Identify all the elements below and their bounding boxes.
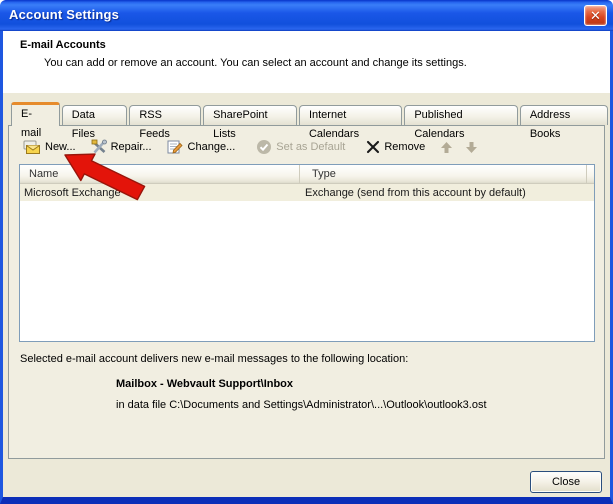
page-description: You can add or remove an account. You ca… [3, 51, 610, 69]
window-close-button[interactable]: ✕ [584, 5, 607, 26]
header-band: E-mail Accounts You can add or remove an… [3, 31, 610, 93]
accounts-toolbar: New... Repair... [9, 126, 604, 159]
data-file-path: in data file C:\Documents and Settings\A… [116, 399, 604, 411]
close-button[interactable]: Close [530, 471, 602, 493]
tab-rss-feeds[interactable]: RSS Feeds [129, 105, 201, 125]
mailbox-location: Mailbox - Webvault Support\Inbox [116, 378, 604, 390]
page-title: E-mail Accounts [3, 31, 610, 51]
account-settings-dialog: Account Settings ✕ E-mail Accounts You c… [0, 0, 613, 504]
delivery-location-note: Selected e-mail account delivers new e-m… [20, 353, 594, 365]
account-name: Microsoft Exchange [20, 187, 300, 199]
column-header-name[interactable]: Name [20, 165, 300, 183]
tab-published-calendars[interactable]: Published Calendars [404, 105, 518, 125]
down-arrow-icon [465, 141, 478, 154]
account-type: Exchange (send from this account by defa… [300, 187, 587, 199]
check-circle-icon [256, 139, 272, 155]
column-header-type[interactable]: Type [300, 165, 587, 183]
tab-data-files[interactable]: Data Files [62, 105, 128, 125]
window-title: Account Settings [9, 7, 119, 22]
new-button-label: New... [45, 141, 76, 153]
tab-strip: E-mail Data Files RSS Feeds SharePoint L… [11, 102, 610, 125]
tab-email[interactable]: E-mail [11, 102, 60, 126]
close-icon: ✕ [590, 9, 601, 22]
tab-sharepoint-lists[interactable]: SharePoint Lists [203, 105, 297, 125]
list-header: Name Type [20, 165, 594, 184]
tab-address-books[interactable]: Address Books [520, 105, 608, 125]
title-bar: Account Settings ✕ [0, 0, 613, 31]
account-row-microsoft-exchange[interactable]: Microsoft Exchange Exchange (send from t… [20, 184, 594, 201]
column-header-stub [587, 165, 594, 183]
email-tab-page: New... Repair... [8, 125, 605, 459]
accounts-list: Name Type Microsoft Exchange Exchange (s… [19, 164, 595, 342]
move-down-button[interactable] [465, 141, 482, 154]
tab-internet-calendars[interactable]: Internet Calendars [299, 105, 402, 125]
remove-x-icon [366, 140, 380, 154]
